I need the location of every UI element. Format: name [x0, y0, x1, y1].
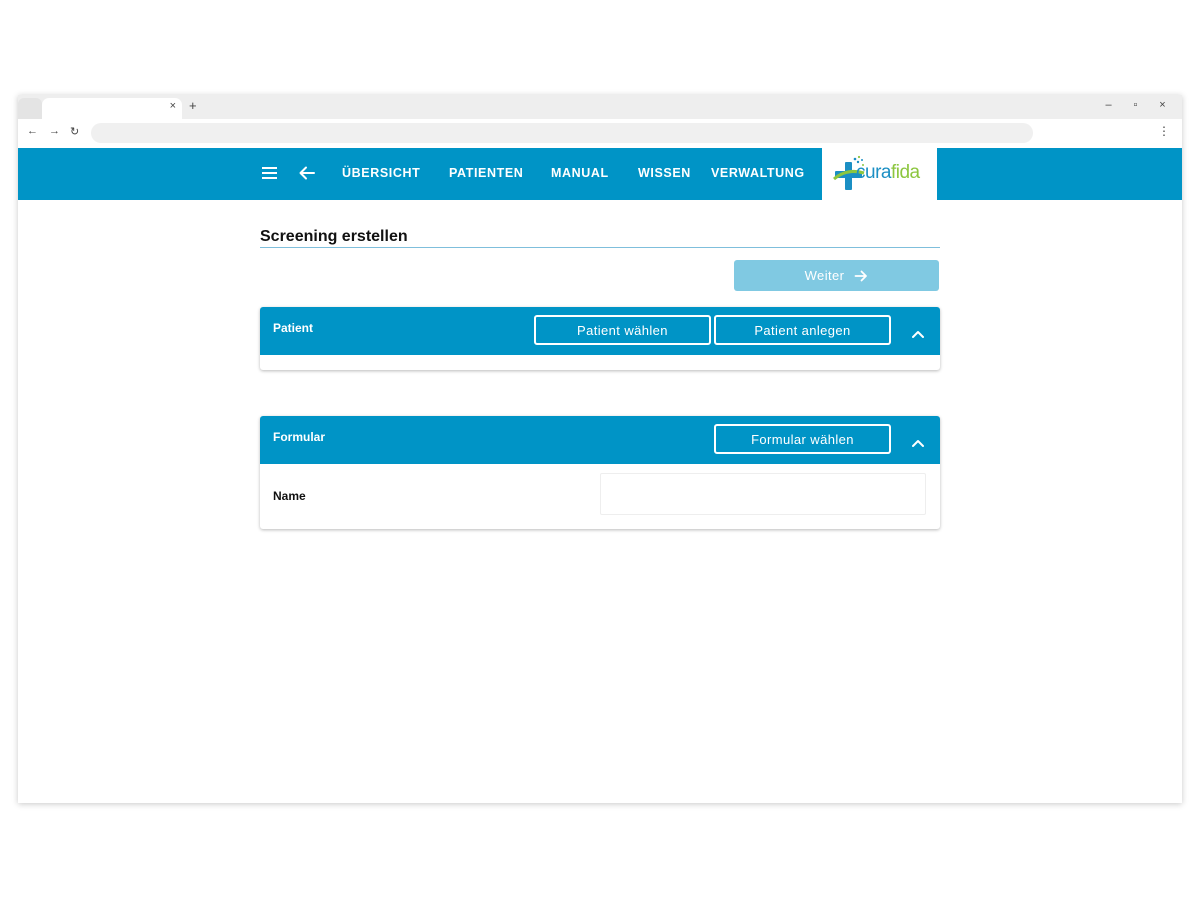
address-bar[interactable]	[91, 123, 1033, 143]
name-field[interactable]	[600, 473, 926, 515]
browser-menu-icon[interactable]: ⋮	[1158, 124, 1170, 138]
logo-text-fida: fida	[890, 162, 920, 183]
nav-patienten[interactable]: PATIENTEN	[449, 166, 523, 180]
form-section: Formular Formular wählen Name	[260, 416, 940, 529]
browser-forward-icon[interactable]: →	[49, 125, 60, 137]
window-close-button[interactable]: ×	[1149, 99, 1176, 111]
next-button[interactable]: Weiter	[734, 260, 939, 291]
restore-button[interactable]: ▫	[1122, 99, 1149, 111]
nav-uebersicht[interactable]: ÜBERSICHT	[342, 166, 420, 180]
choose-patient-button[interactable]: Patient wählen	[534, 315, 711, 345]
chevron-up-icon[interactable]	[912, 325, 924, 343]
new-tab-button[interactable]: +	[189, 98, 197, 113]
nav-verwaltung[interactable]: VERWALTUNG	[711, 166, 805, 180]
chevron-up-icon[interactable]	[912, 434, 924, 452]
window-controls: – ▫ ×	[1095, 99, 1176, 111]
arrow-left-icon[interactable]	[298, 164, 316, 187]
title-divider	[260, 247, 940, 248]
active-tab[interactable]: ×	[42, 98, 182, 119]
tab-strip: × + – ▫ ×	[18, 95, 1182, 119]
minimize-button[interactable]: –	[1095, 99, 1122, 111]
choose-form-button[interactable]: Formular wählen	[714, 424, 891, 454]
page-title: Screening erstellen	[260, 228, 408, 245]
form-section-title: Formular	[273, 430, 326, 444]
patient-section: Patient Patient wählen Patient anlegen	[260, 307, 940, 370]
browser-reload-icon[interactable]: ↻	[70, 125, 79, 138]
form-section-body: Name	[260, 464, 940, 529]
curafida-logo[interactable]: curafida	[822, 148, 937, 200]
previous-tab[interactable]	[18, 98, 42, 119]
create-patient-button[interactable]: Patient anlegen	[714, 315, 891, 345]
app-header: ÜBERSICHT PATIENTEN MANUAL WISSEN VERWAL…	[18, 148, 1182, 200]
next-button-label: Weiter	[804, 268, 845, 283]
hamburger-icon[interactable]	[262, 167, 277, 180]
patient-section-header[interactable]: Patient Patient wählen Patient anlegen	[260, 307, 940, 355]
browser-toolbar: ← → ↻ ⋮	[18, 119, 1182, 148]
nav-manual[interactable]: MANUAL	[551, 166, 609, 180]
tab-close-icon[interactable]: ×	[170, 100, 176, 112]
browser-back-icon[interactable]: ←	[27, 125, 38, 137]
form-section-header[interactable]: Formular Formular wählen	[260, 416, 940, 464]
logo-wordmark: curafida	[856, 162, 920, 184]
patient-section-title: Patient	[273, 321, 314, 335]
browser-window: × + – ▫ × ← → ↻ ⋮ ÜBERSICHT PATIENTEN MA…	[18, 95, 1182, 803]
nav-wissen[interactable]: WISSEN	[638, 166, 691, 180]
name-field-label: Name	[273, 489, 306, 503]
arrow-right-icon	[854, 270, 868, 281]
logo-text-cura: cura	[856, 162, 891, 183]
